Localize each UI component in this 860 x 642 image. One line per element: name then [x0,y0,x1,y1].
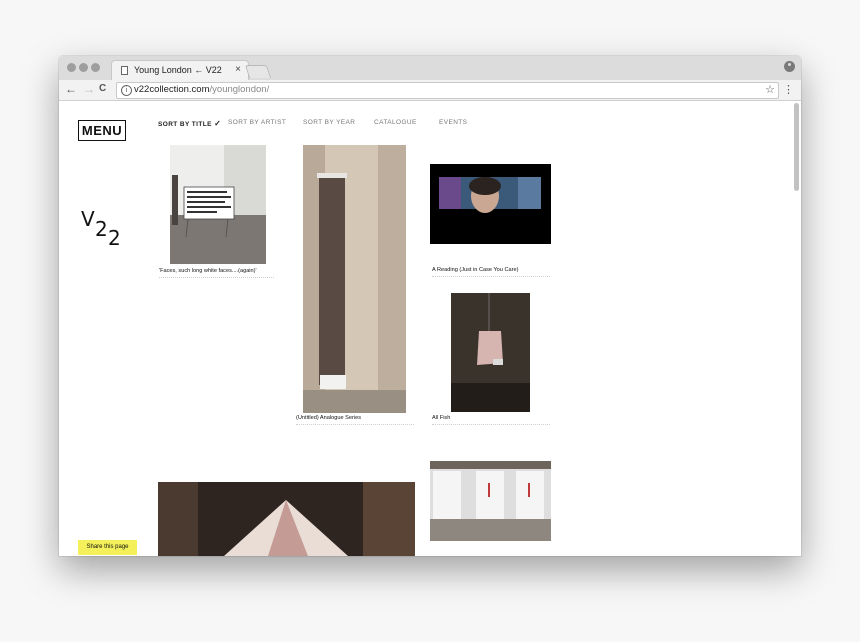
artwork-image-untitled-analogue[interactable] [303,145,406,413]
nav-events[interactable]: EVENTS [439,119,467,126]
url-path: /younglondon/ [209,84,270,95]
artwork-image-faces[interactable] [170,145,266,264]
nav-catalogue[interactable]: CATALOGUE [374,119,417,126]
logo-v: V [81,207,95,231]
browser-window: Young London ← V22 × ← → C i v22collecti… [59,56,801,556]
artwork-faces-graphic [170,145,266,264]
zoom-window-button[interactable] [91,63,100,72]
url-domain: v22collection.com [134,84,210,95]
forward-button[interactable]: → [83,82,95,96]
artwork-hall-graphic [430,461,551,541]
url-text: v22collection.com/younglondon/ [134,84,269,95]
vertical-scrollbar[interactable] [794,103,799,191]
share-page-button[interactable]: Share this page [78,540,137,555]
logo-two-a: 2 [95,217,108,241]
tab-close-icon[interactable]: × [235,64,241,75]
artwork-image-all-fish[interactable] [451,293,530,412]
new-tab-button[interactable] [244,65,272,78]
artwork-image-a-reading[interactable] [430,164,551,244]
browser-menu-icon[interactable]: ⋮ [783,83,794,96]
back-button[interactable]: ← [65,82,77,96]
profile-icon[interactable] [784,61,795,72]
close-window-button[interactable] [67,63,76,72]
logo-two-b: 2 [108,226,121,250]
checkmark-icon: ✓ [214,119,222,128]
artwork-caption[interactable]: (Untitled) Analogue Series [296,415,414,425]
info-icon[interactable]: i [121,85,132,96]
minimize-window-button[interactable] [79,63,88,72]
nav-sort-by-artist[interactable]: SORT BY ARTIST [228,119,286,126]
bookmark-star-icon[interactable]: ☆ [765,83,775,96]
browser-tab[interactable]: Young London ← V22 × [111,60,249,81]
artwork-diamond-graphic [158,482,415,556]
browser-toolbar: ← → C i v22collection.com/younglondon/ ☆… [59,80,801,101]
artwork-caption[interactable]: 'Faces, such long white faces....(again)… [159,268,274,278]
artwork-image-hall[interactable] [430,461,551,541]
artwork-image-diamond[interactable] [158,482,415,556]
title-bar: Young London ← V22 × [59,56,801,81]
artwork-fish-graphic [451,293,530,412]
page-viewport: MENU V 2 2 SORT BY TITLE ✓ SORT BY ARTIS… [59,101,801,556]
artwork-caption[interactable]: All Fish [432,415,550,425]
reload-button[interactable]: C [99,83,106,94]
artwork-reading-graphic [439,177,541,213]
nav-sort-by-title-label: SORT BY TITLE [158,121,212,128]
nav-sort-by-title[interactable]: SORT BY TITLE ✓ [158,119,221,128]
nav-sort-by-year[interactable]: SORT BY YEAR [303,119,355,126]
artwork-caption[interactable]: A Reading (Just in Case You Care) [432,267,550,277]
document-icon [121,66,128,75]
menu-button[interactable]: MENU [78,120,126,141]
tab-title: Young London ← V22 [134,65,222,75]
address-bar[interactable]: i v22collection.com/younglondon/ ☆ [116,82,779,99]
artwork-untitled-graphic [303,145,406,413]
